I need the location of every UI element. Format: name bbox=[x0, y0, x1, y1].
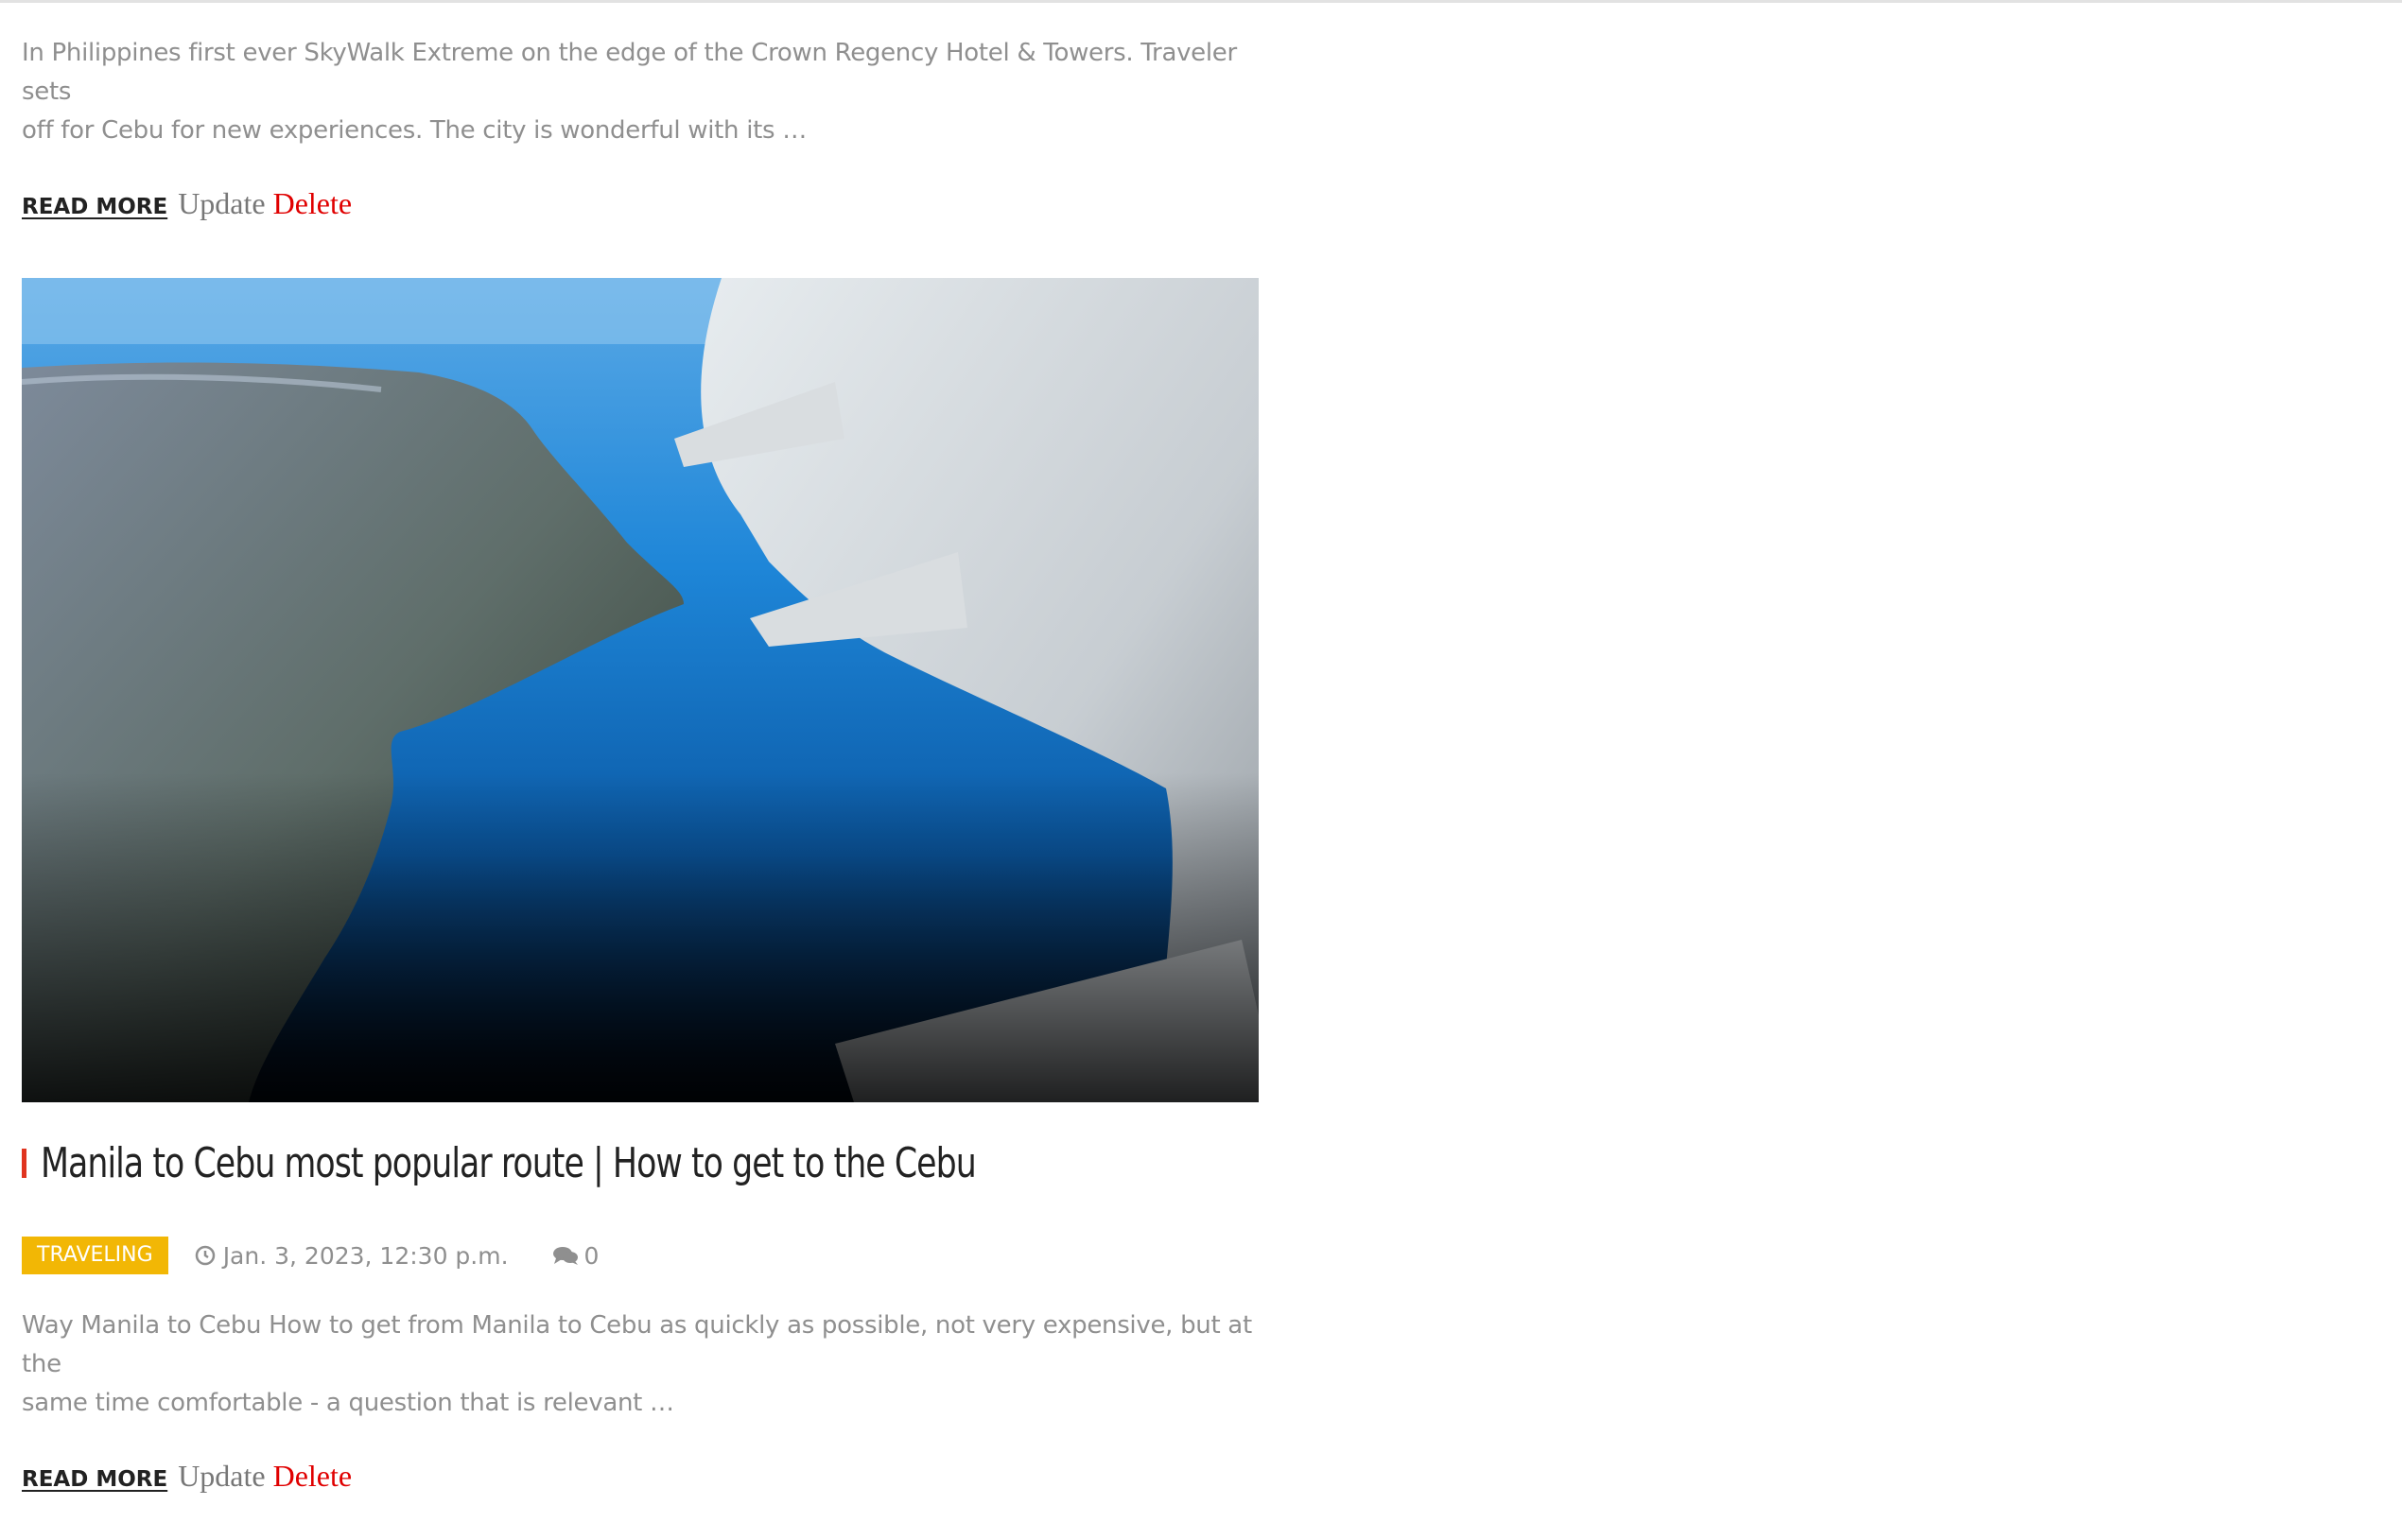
post-actions: READ MORE Update Delete bbox=[22, 1459, 1259, 1497]
post-title-row: Manila to Cebu most popular route | How … bbox=[22, 1139, 1225, 1187]
read-more-link[interactable]: READ MORE bbox=[22, 195, 167, 219]
comments-icon bbox=[552, 1247, 578, 1265]
top-divider bbox=[0, 0, 2402, 3]
update-link[interactable]: Update bbox=[178, 186, 265, 221]
post-card-2: Way Manila to Cebu How to get from Manil… bbox=[22, 1306, 1259, 1497]
post-excerpt: Way Manila to Cebu How to get from Manil… bbox=[22, 1306, 1259, 1423]
excerpt-line: off for Cebu for new experiences. The ci… bbox=[22, 116, 807, 145]
post-title[interactable]: Manila to Cebu most popular route | How … bbox=[41, 1139, 977, 1187]
update-link[interactable]: Update bbox=[178, 1459, 265, 1494]
comments-count: 0 bbox=[583, 1241, 600, 1270]
post-card-1: In Philippines first ever SkyWalk Extrem… bbox=[22, 34, 1259, 224]
post-meta: TRAVELING Jan. 3, 2023, 12:30 p.m. 0 bbox=[22, 1237, 599, 1274]
read-more-link[interactable]: READ MORE bbox=[22, 1467, 167, 1492]
post-date: Jan. 3, 2023, 12:30 p.m. bbox=[195, 1242, 509, 1270]
excerpt-line: Way Manila to Cebu How to get from Manil… bbox=[22, 1311, 1252, 1378]
delete-link[interactable]: Delete bbox=[273, 186, 353, 221]
post-actions: READ MORE Update Delete bbox=[22, 186, 1259, 224]
title-accent-bar bbox=[22, 1149, 26, 1178]
airplane-wing-aerial-photo bbox=[22, 278, 1259, 1102]
post-excerpt: In Philippines first ever SkyWalk Extrem… bbox=[22, 34, 1259, 150]
post-image[interactable] bbox=[22, 278, 1259, 1102]
delete-link[interactable]: Delete bbox=[273, 1459, 353, 1494]
date-text: Jan. 3, 2023, 12:30 p.m. bbox=[222, 1241, 509, 1270]
clock-icon bbox=[195, 1245, 215, 1266]
post-comments[interactable]: 0 bbox=[552, 1241, 600, 1270]
category-badge[interactable]: TRAVELING bbox=[22, 1237, 168, 1274]
excerpt-line: In Philippines first ever SkyWalk Extrem… bbox=[22, 39, 1237, 106]
excerpt-line: same time comfortable - a question that … bbox=[22, 1389, 674, 1417]
